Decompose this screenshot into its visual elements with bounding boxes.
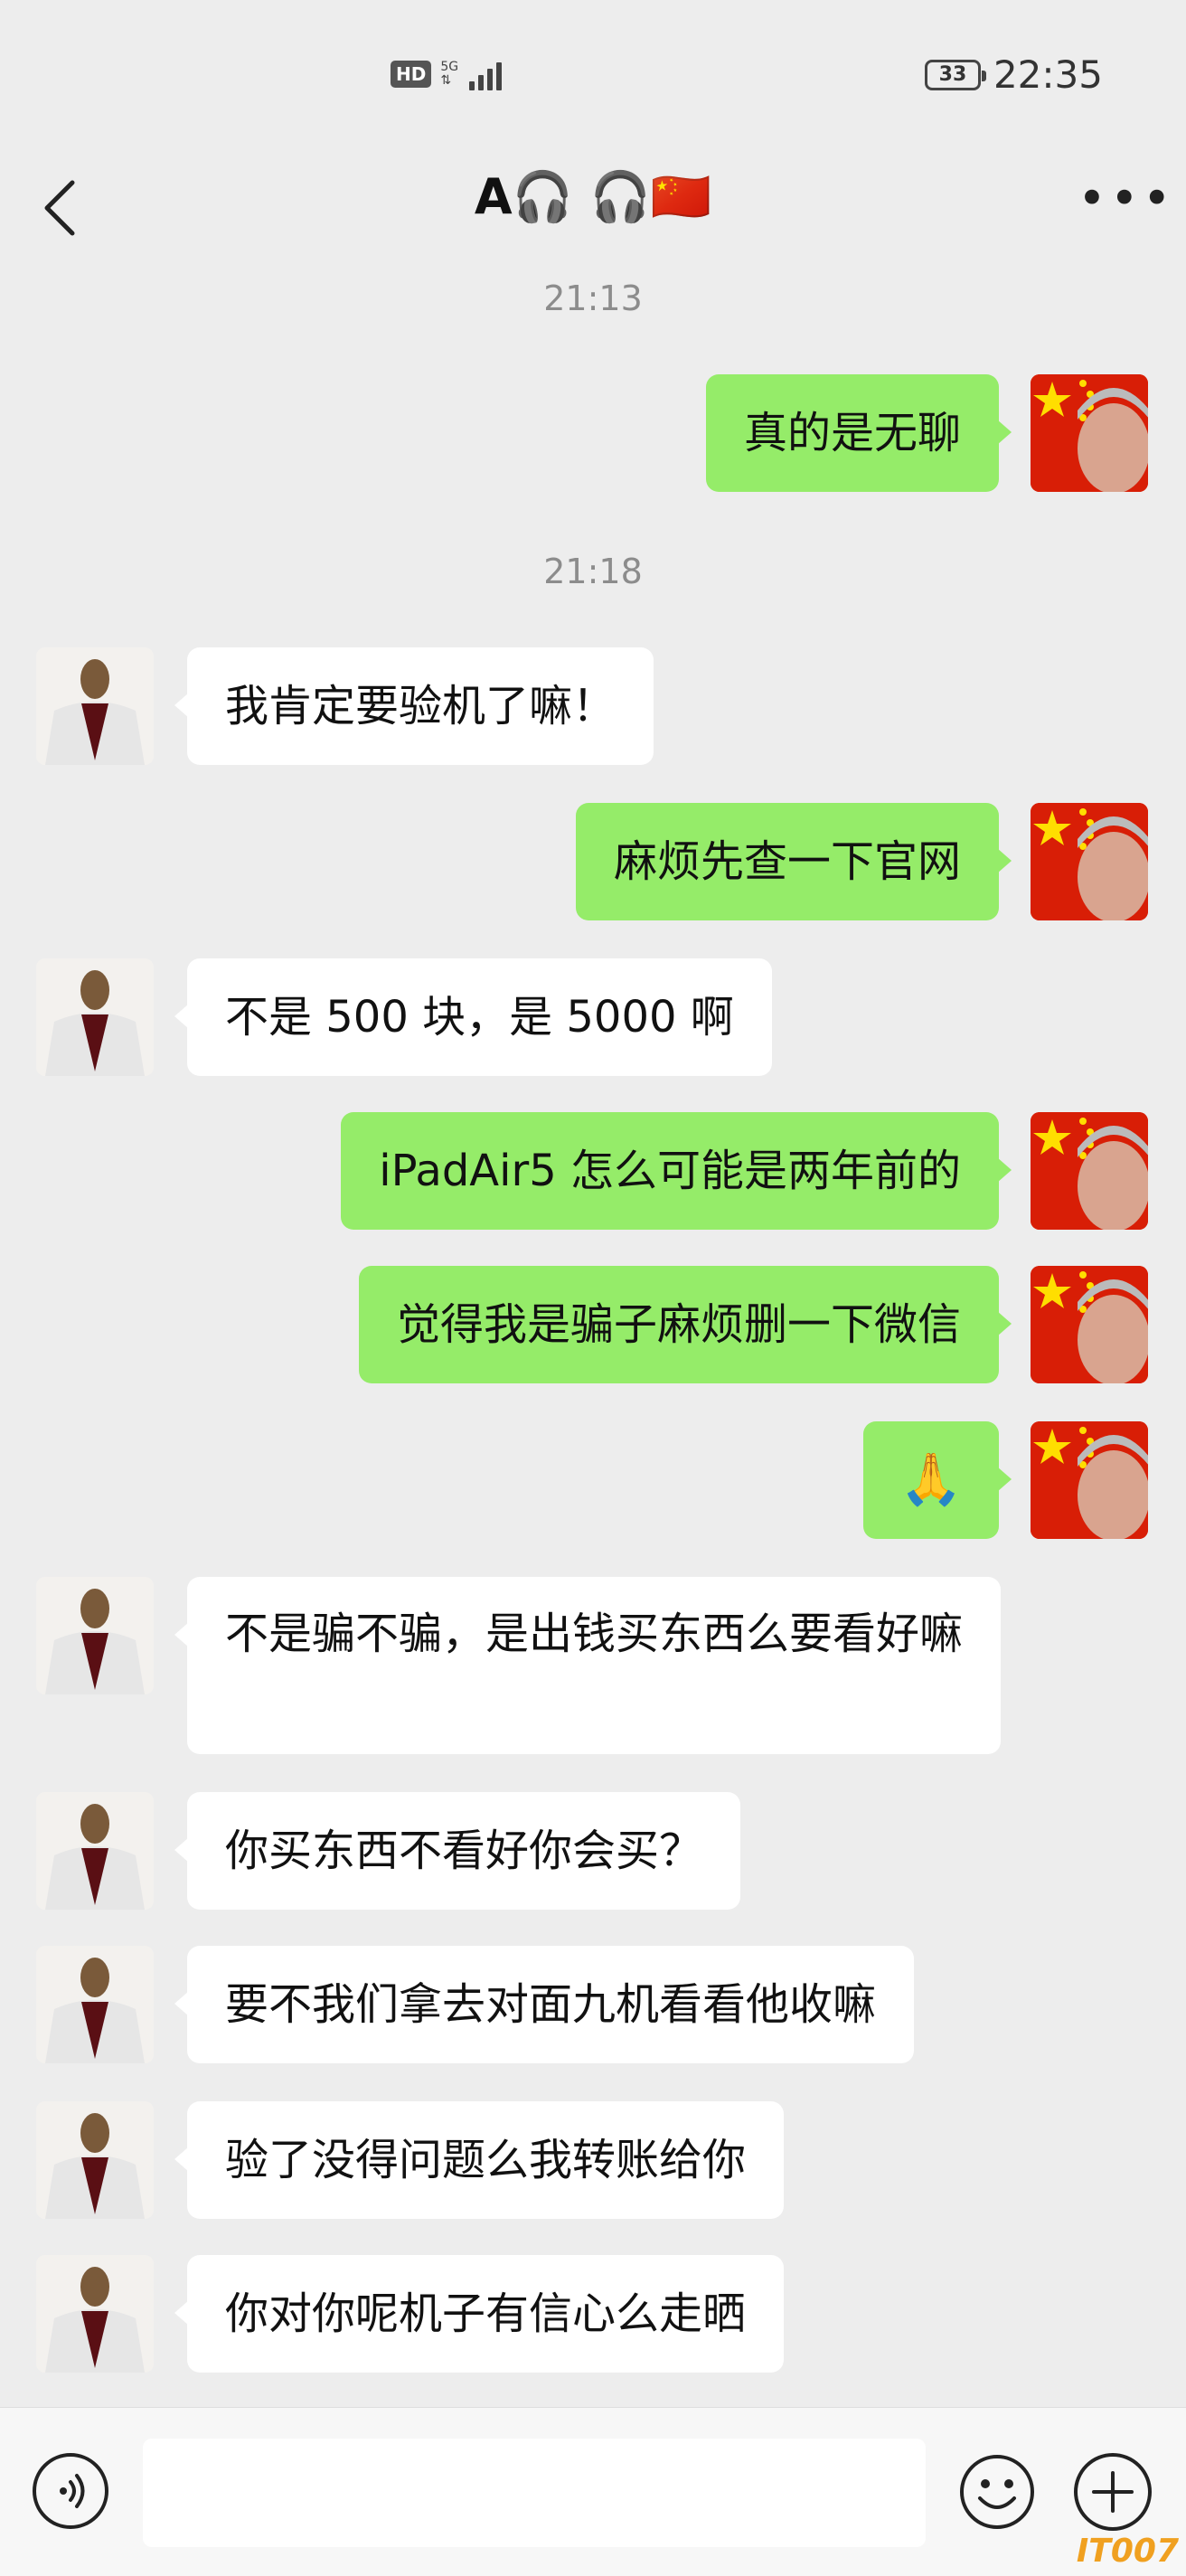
message-bubble-received[interactable]: 验了没得问题么我转账给你 <box>174 2101 785 2219</box>
flag-avatar-icon <box>1031 1421 1148 1539</box>
data-arrows-icon: ⇅ <box>440 73 452 88</box>
signal-indicators: HD 5G ⇅ <box>391 58 503 90</box>
my-avatar[interactable] <box>1031 1266 1148 1383</box>
more-icon: ••• <box>1078 170 1175 227</box>
my-avatar[interactable] <box>1031 374 1148 492</box>
plus-icon <box>1092 2471 1134 2513</box>
flag-avatar-icon <box>1031 803 1148 920</box>
clock: 22:35 <box>993 52 1103 97</box>
emoji-icon <box>960 2455 1034 2529</box>
contact-avatar[interactable] <box>36 1577 154 1694</box>
network-label: 5G <box>440 60 459 74</box>
timestamp: 21:18 <box>543 552 643 591</box>
watermark-logo: IT007 <box>1076 2533 1179 2570</box>
contact-avatar[interactable] <box>36 647 154 765</box>
hd-badge: HD <box>391 61 432 88</box>
suit-avatar-icon <box>36 2101 154 2219</box>
contact-avatar[interactable] <box>36 1946 154 2063</box>
suit-avatar-icon <box>36 1792 154 1910</box>
contact-avatar[interactable] <box>36 2255 154 2373</box>
message-bubble-sent[interactable]: 觉得我是骗子麻烦删一下微信 <box>358 1266 1012 1383</box>
status-right: 33 22:35 <box>924 52 1103 97</box>
voice-button[interactable] <box>33 2453 108 2529</box>
emoji-button[interactable] <box>958 2453 1036 2531</box>
signal-bars-icon <box>469 58 503 90</box>
battery-level: 33 <box>938 62 967 86</box>
contact-avatar[interactable] <box>36 958 154 1076</box>
my-avatar[interactable] <box>1031 803 1148 920</box>
message-bubble-received[interactable]: 不是 500 块，是 5000 啊 <box>174 958 772 1076</box>
suit-avatar-icon <box>36 1946 154 2063</box>
message-bubble-received[interactable]: 不是骗不骗，是出钱买东西么要看好嘛 <box>174 1577 1001 1754</box>
flag-avatar-icon <box>1031 1266 1148 1383</box>
suit-avatar-icon <box>36 958 154 1076</box>
my-avatar[interactable] <box>1031 1421 1148 1539</box>
flag-avatar-icon <box>1031 374 1148 492</box>
chat-header: A🎧 🎧🇨🇳 ••• <box>0 154 1186 262</box>
message-input[interactable] <box>143 2439 926 2547</box>
network-type: 5G ⇅ <box>440 61 458 88</box>
contact-avatar[interactable] <box>36 1792 154 1910</box>
message-bubble-sent[interactable]: iPadAir5 怎么可能是两年前的 <box>341 1112 1012 1230</box>
suit-avatar-icon <box>36 1577 154 1694</box>
chat-title: A🎧 🎧🇨🇳 <box>474 168 712 225</box>
status-bar: HD 5G ⇅ 33 22:35 <box>0 0 1186 154</box>
message-bubble-sent[interactable]: 麻烦先查一下官网 <box>575 803 1012 920</box>
contact-avatar[interactable] <box>36 2101 154 2219</box>
message-bubble-sent[interactable]: 🙏 <box>863 1421 1012 1539</box>
timestamp: 21:13 <box>543 278 643 318</box>
more-button[interactable]: ••• <box>1078 175 1172 235</box>
message-bubble-sent[interactable]: 真的是无聊 <box>705 374 1012 492</box>
input-bar <box>0 2407 1186 2576</box>
voice-icon <box>60 2474 85 2508</box>
my-avatar[interactable] <box>1031 1112 1148 1230</box>
message-bubble-received[interactable]: 我肯定要验机了嘛！ <box>174 647 654 765</box>
more-functions-button[interactable] <box>1074 2453 1152 2531</box>
message-bubble-received[interactable]: 你买东西不看好你会买？ <box>174 1792 741 1910</box>
message-bubble-received[interactable]: 要不我们拿去对面九机看看他收嘛 <box>174 1946 915 2063</box>
suit-avatar-icon <box>36 647 154 765</box>
suit-avatar-icon <box>36 2255 154 2373</box>
flag-avatar-icon <box>1031 1112 1148 1230</box>
message-bubble-received[interactable]: 你对你呢机子有信心么走晒 <box>174 2255 785 2373</box>
battery-icon: 33 <box>924 59 986 90</box>
